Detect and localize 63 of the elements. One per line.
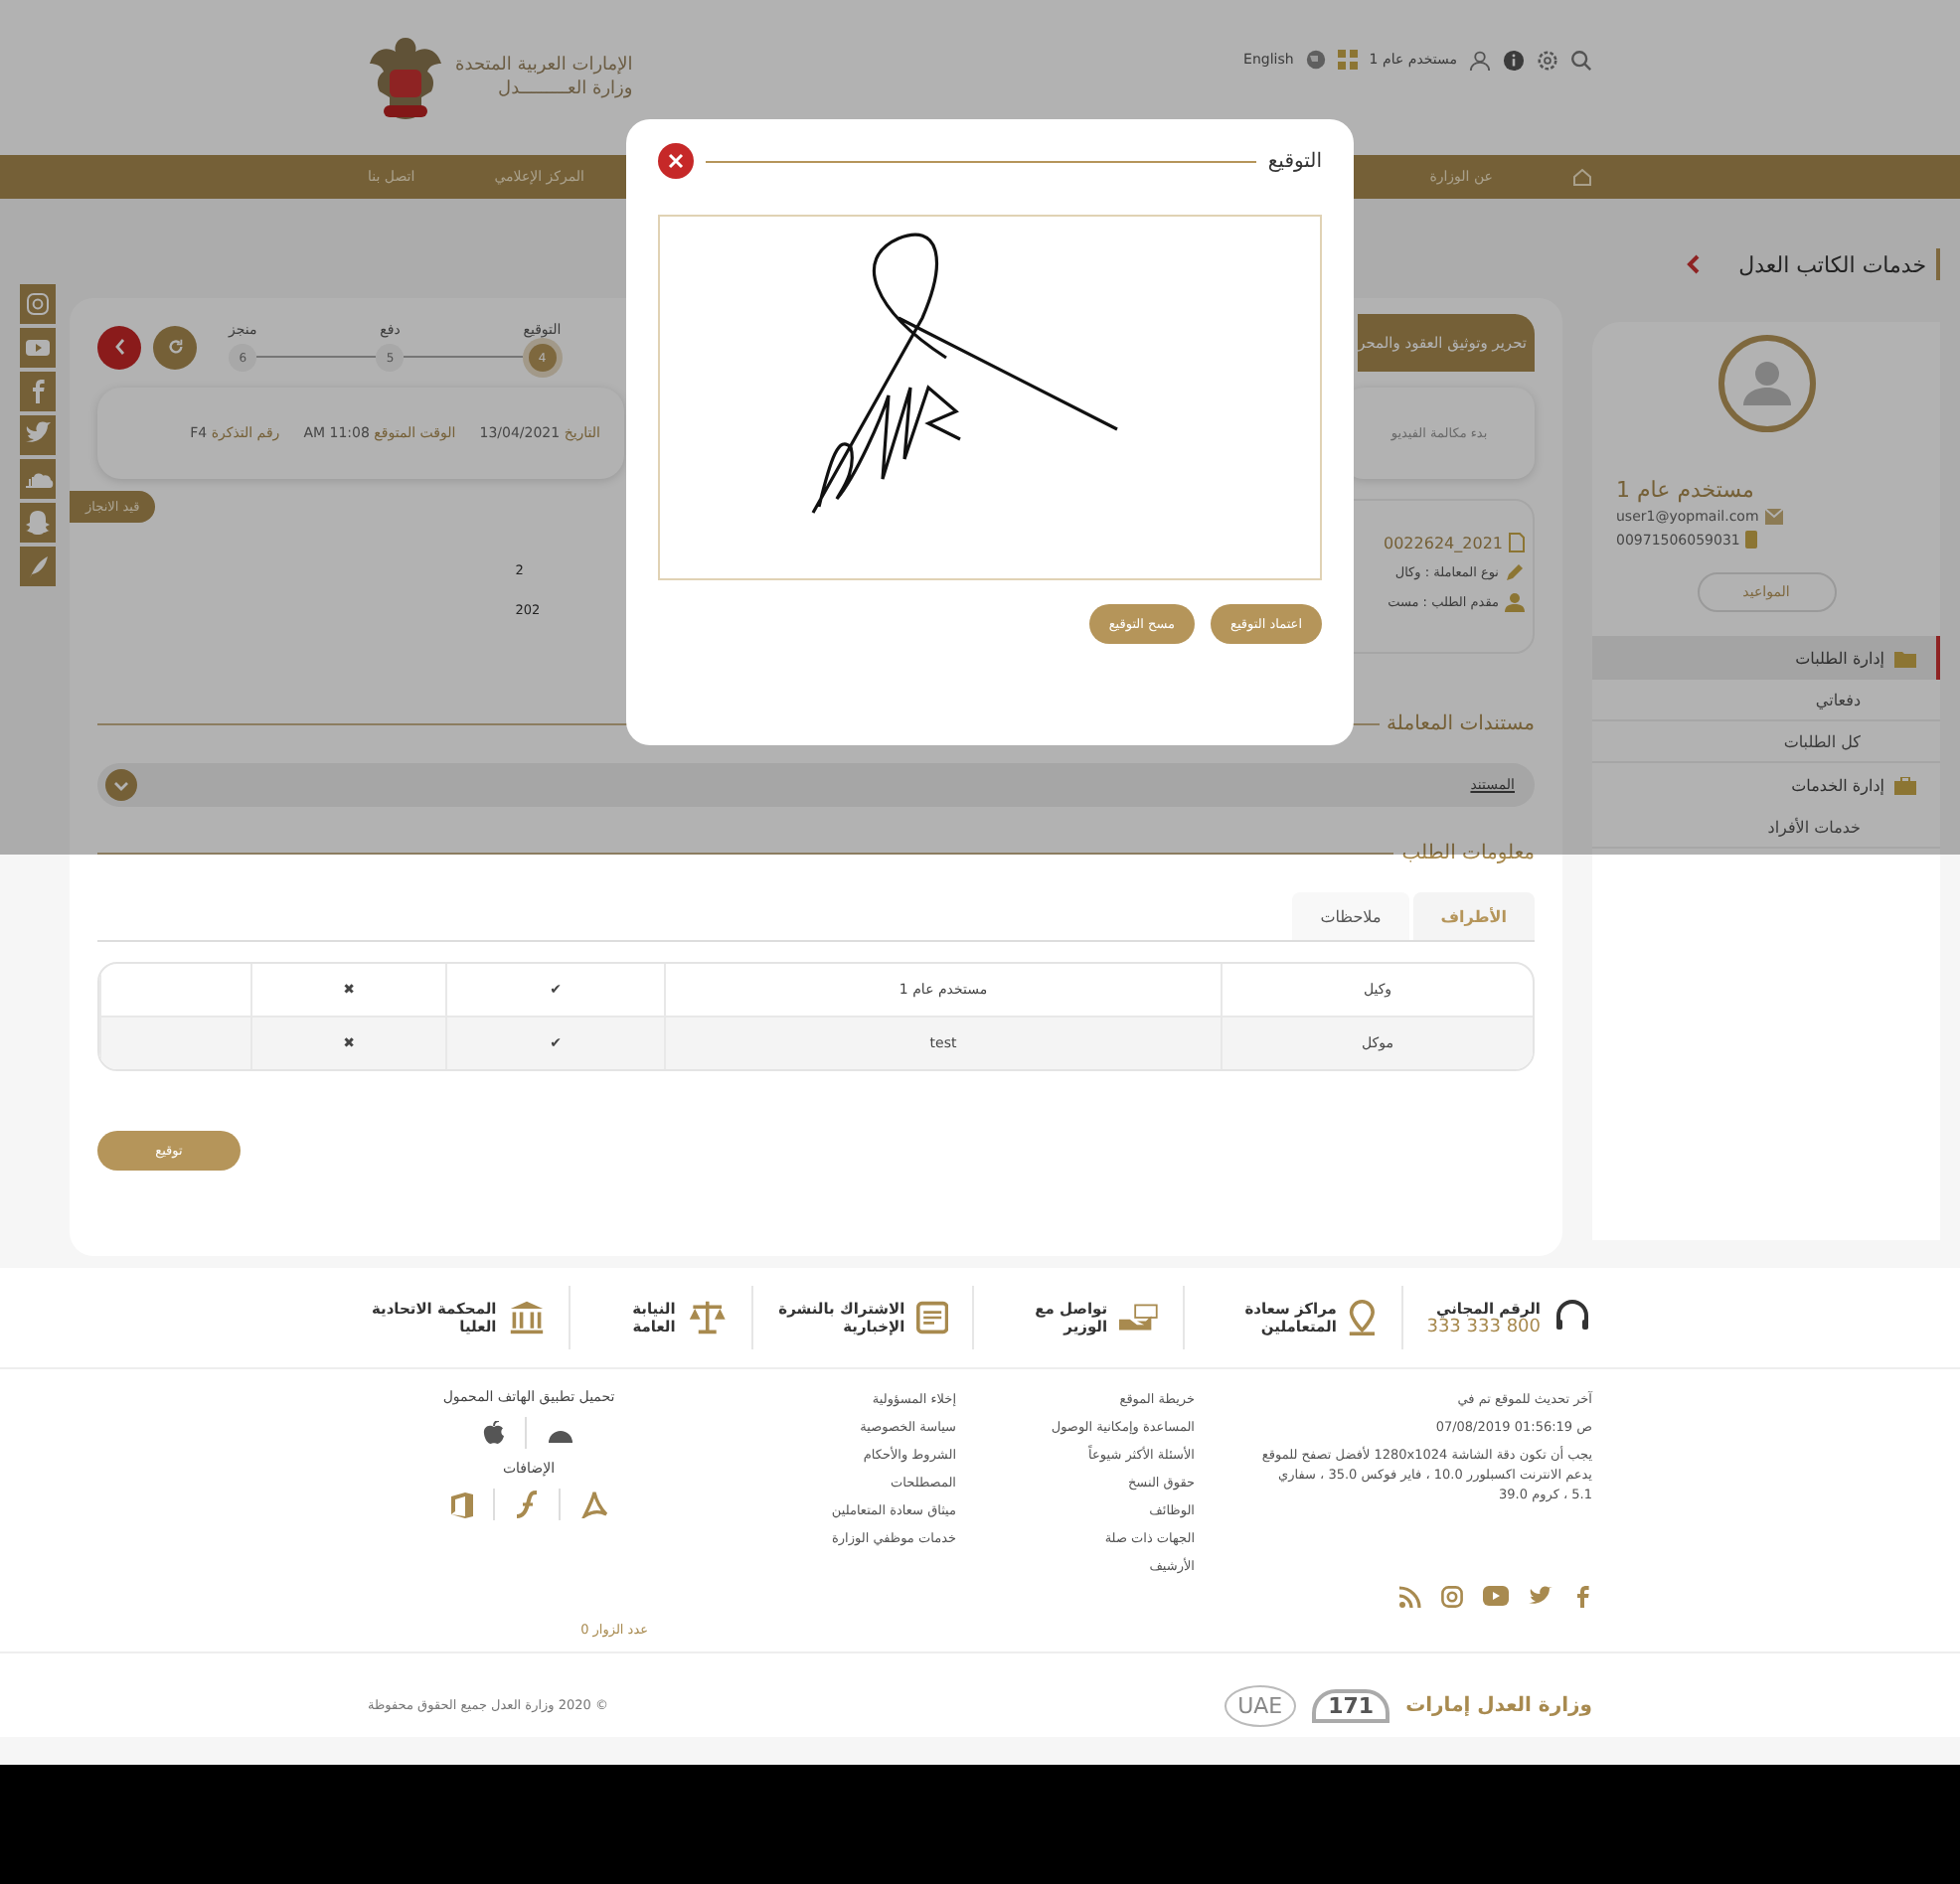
close-button[interactable] [658, 143, 694, 179]
profile-name: مستخدم عام 1 [1616, 477, 1754, 503]
apple-icon[interactable] [483, 1421, 505, 1445]
chevron-icon [112, 338, 126, 356]
avatar-icon [1716, 334, 1816, 433]
refresh-button[interactable] [153, 325, 197, 369]
request-number: 2021_0022624 [1384, 534, 1503, 551]
feather-icon[interactable] [20, 547, 56, 586]
flash-icon[interactable] [514, 1491, 538, 1518]
facebook-icon[interactable] [1572, 1584, 1592, 1608]
play-icon[interactable] [20, 328, 56, 368]
acrobat-icon[interactable] [579, 1491, 607, 1518]
tab[interactable]: ملاحظات [1292, 892, 1409, 940]
submenu-item[interactable]: كل الطلبات [1592, 721, 1940, 763]
twitter-icon[interactable] [1529, 1586, 1552, 1606]
dialog-title: التوقيع [1267, 150, 1322, 172]
camera-icon[interactable] [20, 284, 56, 324]
chevron-icon[interactable] [1685, 254, 1702, 274]
menu-item[interactable]: إدارة الخدمات [1592, 763, 1940, 807]
court-building-icon [508, 1298, 545, 1337]
chevron-down-icon[interactable] [105, 769, 137, 801]
briefcase-icon [1894, 776, 1916, 794]
camera-icon[interactable] [1441, 1585, 1463, 1607]
location-pin-icon [1348, 1298, 1378, 1337]
user-icon[interactable] [1469, 49, 1491, 71]
newspaper-icon [916, 1300, 949, 1335]
video-play-icon[interactable] [1483, 1586, 1509, 1606]
pencil-icon [1505, 562, 1525, 582]
ministry-logo-text: وزارة العدل إمارات [1405, 1694, 1592, 1716]
scales-icon [687, 1298, 728, 1337]
submenu-item[interactable]: خدمات الأفراد [1592, 807, 1940, 849]
twitter-icon[interactable] [20, 415, 56, 455]
home-icon[interactable] [1572, 167, 1592, 187]
info-icon[interactable] [1503, 49, 1525, 71]
section-title: مستندات المعاملة [1387, 713, 1535, 735]
facebook-icon[interactable] [20, 372, 56, 411]
submenu-item[interactable]: دفعاتي [1592, 680, 1940, 721]
office-icon[interactable] [450, 1492, 472, 1517]
uae-logo: UAE [1224, 1684, 1297, 1726]
rss-icon[interactable] [1399, 1585, 1421, 1607]
ministry-name: الإمارات العربية المتحدة [455, 54, 633, 78]
sidebar-title: خدمات الكاتب العدل [1738, 251, 1926, 277]
171-logo: 171 [1312, 1688, 1390, 1722]
ministry-name: وزارة العـــــــــدل [496, 78, 633, 101]
document-icon [1509, 533, 1525, 552]
hand-envelope-icon [1119, 1304, 1159, 1332]
settings-icon[interactable] [1537, 49, 1558, 71]
envelope-icon [1764, 509, 1783, 525]
section-title: معلومات الطلب [1401, 843, 1535, 864]
cloud-icon[interactable] [20, 459, 56, 499]
falcon-emblem-icon [368, 34, 443, 121]
phone-icon [1745, 531, 1758, 549]
folder-icon [1894, 649, 1916, 667]
person-icon [1505, 592, 1525, 612]
phone-number: 333 333 800 [1426, 1317, 1541, 1336]
refresh-icon [166, 338, 184, 356]
close-icon [668, 153, 684, 169]
grid-icon[interactable] [1337, 50, 1358, 70]
signature-pad[interactable] [658, 215, 1322, 580]
search-icon[interactable] [1570, 49, 1592, 71]
menu-item[interactable]: إدارة الطلبات [1592, 636, 1940, 680]
back-button[interactable] [97, 325, 141, 369]
ghost-icon[interactable] [20, 503, 56, 543]
